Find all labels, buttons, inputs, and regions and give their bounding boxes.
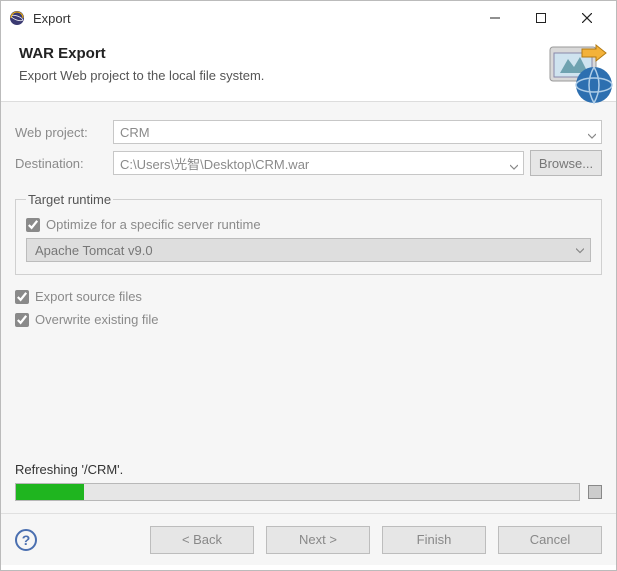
destination-input[interactable] bbox=[113, 151, 524, 175]
window-title: Export bbox=[33, 11, 472, 26]
page-subtitle: Export Web project to the local file sys… bbox=[19, 68, 598, 83]
web-project-combo[interactable] bbox=[113, 120, 602, 144]
next-button[interactable]: Next > bbox=[266, 526, 370, 554]
page-title: WAR Export bbox=[19, 45, 598, 62]
web-project-label: Web project: bbox=[15, 125, 113, 140]
target-runtime-group: Target runtime Optimize for a specific s… bbox=[15, 192, 602, 275]
help-button[interactable]: ? bbox=[15, 529, 37, 551]
overwrite-row[interactable]: Overwrite existing file bbox=[15, 312, 602, 327]
destination-label: Destination: bbox=[15, 156, 113, 171]
target-runtime-legend: Target runtime bbox=[26, 192, 113, 207]
eclipse-icon bbox=[9, 10, 25, 26]
optimize-label: Optimize for a specific server runtime bbox=[46, 217, 261, 232]
progress-area: Refreshing '/CRM'. bbox=[15, 462, 602, 501]
export-war-icon bbox=[544, 39, 616, 111]
export-source-label: Export source files bbox=[35, 289, 142, 304]
optimize-checkbox-row[interactable]: Optimize for a specific server runtime bbox=[26, 217, 591, 232]
minimize-button[interactable] bbox=[472, 3, 518, 33]
progress-fill bbox=[16, 484, 84, 500]
close-button[interactable] bbox=[564, 3, 610, 33]
web-project-row: Web project: bbox=[15, 120, 602, 144]
runtime-select-value: Apache Tomcat v9.0 bbox=[35, 243, 153, 258]
browse-button[interactable]: Browse... bbox=[530, 150, 602, 176]
overwrite-label: Overwrite existing file bbox=[35, 312, 159, 327]
wizard-footer: ? < Back Next > Finish Cancel bbox=[1, 513, 616, 565]
runtime-select[interactable]: Apache Tomcat v9.0 bbox=[26, 238, 591, 262]
progress-bar bbox=[15, 483, 580, 501]
optimize-checkbox[interactable] bbox=[26, 218, 40, 232]
wizard-body: Web project: Destination: Browse... Targ… bbox=[1, 102, 616, 513]
progress-label: Refreshing '/CRM'. bbox=[15, 462, 602, 477]
finish-button[interactable]: Finish bbox=[382, 526, 486, 554]
wizard-header: WAR Export Export Web project to the loc… bbox=[1, 35, 616, 102]
stop-icon[interactable] bbox=[588, 485, 602, 499]
export-source-row[interactable]: Export source files bbox=[15, 289, 602, 304]
cancel-button[interactable]: Cancel bbox=[498, 526, 602, 554]
web-project-input[interactable] bbox=[113, 120, 602, 144]
export-source-checkbox[interactable] bbox=[15, 290, 29, 304]
overwrite-checkbox[interactable] bbox=[15, 313, 29, 327]
maximize-button[interactable] bbox=[518, 3, 564, 33]
chevron-down-icon bbox=[576, 243, 584, 258]
back-button[interactable]: < Back bbox=[150, 526, 254, 554]
destination-row: Destination: Browse... bbox=[15, 150, 602, 176]
titlebar: Export bbox=[1, 1, 616, 35]
destination-combo[interactable] bbox=[113, 151, 524, 175]
